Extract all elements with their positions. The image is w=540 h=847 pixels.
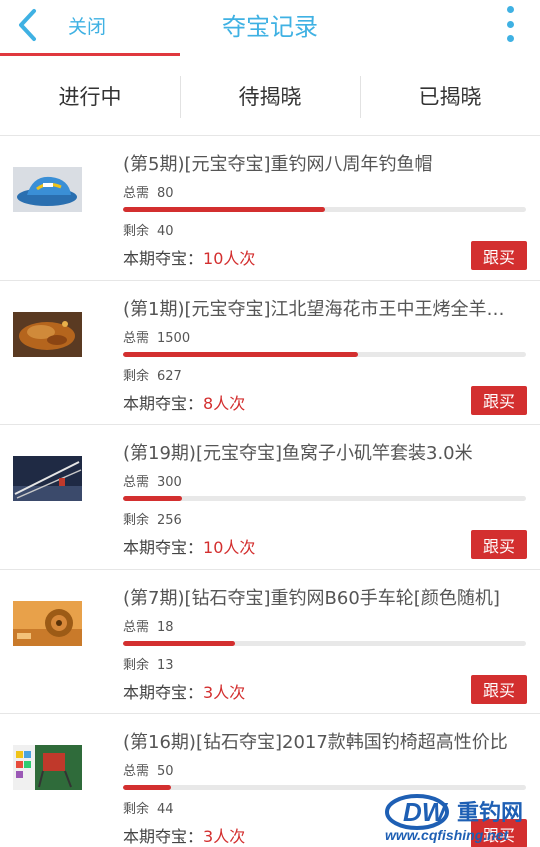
- tab-revealed[interactable]: 已揭晓: [360, 56, 540, 135]
- total-needed: 总需 80: [123, 182, 174, 201]
- remaining: 剩余 627: [123, 365, 182, 384]
- total-label: 总需: [123, 330, 150, 346]
- top-nav-bar: 关闭 夺宝记录: [0, 0, 540, 56]
- more-menu-button[interactable]: [498, 4, 522, 44]
- progress-fill: [123, 207, 325, 212]
- item-title[interactable]: (第16期)[钻石夺宝]2017款韩国钓椅超高性价比: [123, 728, 531, 754]
- total-label: 总需: [123, 764, 150, 779]
- item-title[interactable]: (第1期)[元宝夺宝]江北望海花市王中王烤全羊…: [123, 295, 531, 321]
- fishing-hat-image: [13, 167, 82, 212]
- remain-value: 256: [157, 513, 182, 528]
- count-prefix: 本期夺宝：: [123, 393, 204, 413]
- remain-value: 627: [157, 368, 182, 384]
- follow-buy-button[interactable]: 跟买: [471, 674, 527, 704]
- count-prefix: 本期夺宝：: [123, 682, 204, 702]
- remaining: 剩余 256: [123, 509, 182, 528]
- remain-value: 44: [157, 802, 174, 817]
- count-value: 8: [203, 393, 214, 413]
- total-needed: 总需 18: [123, 616, 174, 635]
- remain-label: 剩余: [123, 224, 150, 239]
- total-needed: 总需 1500: [123, 327, 190, 346]
- total-label: 总需: [123, 186, 150, 201]
- total-value: 50: [157, 764, 174, 779]
- total-needed: 总需 50: [123, 760, 174, 779]
- list-item[interactable]: (第16期)[钻石夺宝]2017款韩国钓椅超高性价比 总需 50 剩余 44 本期夺…: [0, 714, 540, 847]
- follow-buy-button[interactable]: 跟买: [471, 530, 527, 559]
- more-dot-icon: [506, 20, 514, 28]
- total-label: 总需: [123, 475, 150, 490]
- progress-bar: [123, 207, 526, 212]
- remain-label: 剩余: [123, 368, 150, 384]
- progress-bar: [123, 640, 526, 646]
- fishing-chair-image: [13, 745, 82, 790]
- list-item[interactable]: (第1期)[元宝夺宝]江北望海花市王中王烤全羊… 总需 1500 剩余 627 本期…: [0, 280, 540, 425]
- total-needed: 总需 300: [123, 471, 182, 490]
- close-label: 关闭: [68, 15, 107, 38]
- participation-count: 本期夺宝：10人次: [123, 534, 255, 558]
- count-value: 10: [203, 249, 224, 268]
- list-item[interactable]: (第5期)[元宝夺宝]重钓网八周年钓鱼帽 总需 80 剩余 40 本期夺宝：10人次…: [0, 136, 540, 281]
- participation-count: 本期夺宝：10人次: [123, 245, 255, 269]
- remaining: 剩余 44: [123, 798, 174, 817]
- total-label: 总需: [123, 619, 150, 635]
- count-value: 3: [203, 827, 214, 846]
- more-dot-icon: [506, 6, 514, 13]
- count-suffix: 人次: [223, 249, 256, 268]
- chevron-left-icon: [10, 2, 44, 48]
- progress-bar: [123, 785, 526, 790]
- count-suffix: 人次: [213, 827, 246, 846]
- record-list: (第5期)[元宝夺宝]重钓网八周年钓鱼帽 总需 80 剩余 40 本期夺宝：10人次…: [0, 136, 540, 847]
- follow-buy-button[interactable]: 跟买: [471, 819, 527, 847]
- participation-count: 本期夺宝：8人次: [123, 390, 245, 414]
- fishing-rod-image: [13, 456, 82, 501]
- list-item[interactable]: (第7期)[钻石夺宝]重钓网B60手车轮[颜色随机] 总需 18 剩余 13 本期夺…: [0, 569, 540, 714]
- count-value: 3: [203, 682, 214, 702]
- remain-label: 剩余: [123, 657, 150, 673]
- count-suffix: 人次: [213, 682, 246, 702]
- back-button[interactable]: 关闭: [10, 2, 160, 48]
- count-suffix: 人次: [213, 393, 246, 413]
- participation-count: 本期夺宝：3人次: [123, 679, 245, 703]
- remain-value: 40: [157, 224, 174, 239]
- progress-fill: [123, 785, 172, 790]
- item-title[interactable]: (第5期)[元宝夺宝]重钓网八周年钓鱼帽: [123, 150, 531, 176]
- progress-bar: [123, 496, 526, 501]
- list-item[interactable]: (第19期)[元宝夺宝]鱼窝子小矶竿套装3.0米 总需 300 剩余 256 本期夺…: [0, 425, 540, 570]
- total-value: 300: [157, 475, 182, 490]
- remain-value: 13: [157, 657, 174, 673]
- progress-fill: [123, 496, 183, 501]
- count-prefix: 本期夺宝：: [123, 538, 204, 557]
- follow-buy-button[interactable]: 跟买: [471, 385, 527, 415]
- count-prefix: 本期夺宝：: [123, 827, 204, 846]
- remain-label: 剩余: [123, 802, 150, 817]
- roast-lamb-image: [13, 311, 82, 357]
- progress-fill: [123, 640, 235, 646]
- tab-pending-reveal[interactable]: 待揭晓: [180, 56, 360, 135]
- follow-buy-button[interactable]: 跟买: [471, 241, 527, 270]
- remaining: 剩余 13: [123, 654, 174, 673]
- progress-bar: [123, 351, 526, 357]
- total-value: 80: [157, 186, 174, 201]
- count-suffix: 人次: [223, 538, 256, 557]
- remain-label: 剩余: [123, 513, 150, 528]
- total-value: 18: [157, 619, 174, 635]
- more-dot-icon: [506, 35, 514, 42]
- item-title[interactable]: (第19期)[元宝夺宝]鱼窝子小矶竿套装3.0米: [123, 439, 531, 465]
- page: 关闭 夺宝记录 进行中 待揭晓 已揭晓 (第5期)[元宝夺宝]重钓网八周年钓鱼帽…: [0, 0, 540, 847]
- tab-in-progress[interactable]: 进行中: [0, 56, 180, 135]
- participation-count: 本期夺宝：3人次: [123, 823, 245, 847]
- progress-fill: [123, 351, 358, 357]
- count-prefix: 本期夺宝：: [123, 249, 204, 268]
- count-value: 10: [203, 538, 224, 557]
- remaining: 剩余 40: [123, 220, 174, 239]
- total-value: 1500: [157, 330, 191, 346]
- status-tabs: 进行中 待揭晓 已揭晓: [0, 56, 540, 136]
- fishing-reel-image: [13, 600, 82, 646]
- item-title[interactable]: (第7期)[钻石夺宝]重钓网B60手车轮[颜色随机]: [123, 584, 531, 610]
